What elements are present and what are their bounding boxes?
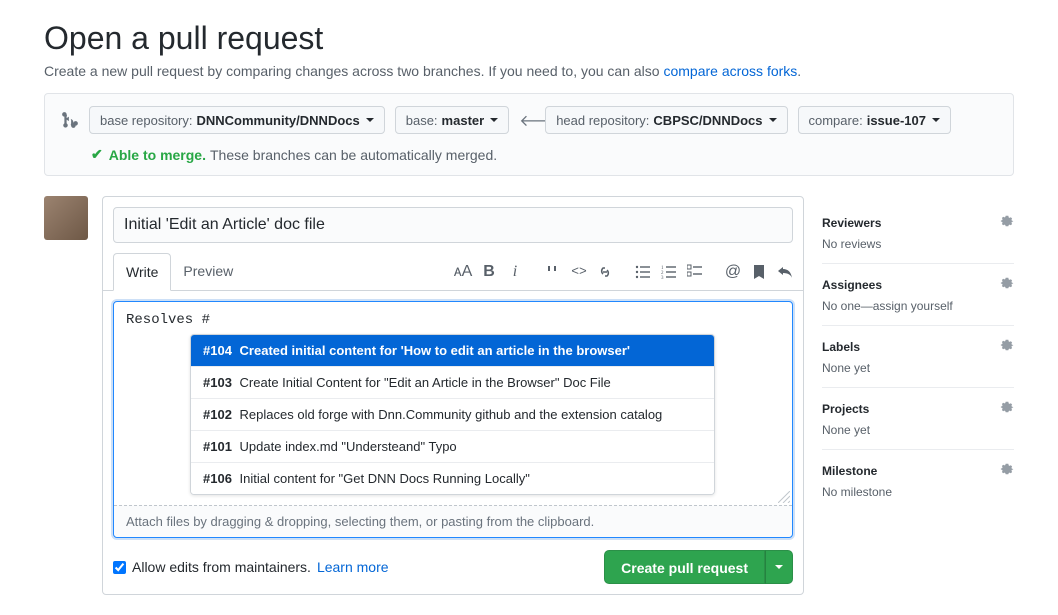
sidebar-assignees-title: Assignees — [822, 278, 882, 292]
subtitle-text: Create a new pull request by comparing c… — [44, 63, 663, 79]
head-repo-dropdown[interactable]: head repository: CBPSC/DNNDocs — [545, 106, 787, 134]
chevron-down-icon — [490, 118, 498, 122]
gear-icon[interactable] — [1000, 400, 1014, 417]
merge-msg-text: These branches can be automatically merg… — [210, 147, 497, 163]
compare-box: base repository: DNNCommunity/DNNDocs ba… — [44, 93, 1014, 176]
issue-suggest-list: #104 Created initial content for 'How to… — [190, 334, 715, 495]
assign-yourself-link[interactable]: assign yourself — [873, 299, 953, 313]
learn-more-link[interactable]: Learn more — [317, 559, 389, 575]
sidebar-reviewers-value: No reviews — [822, 237, 1014, 251]
sidebar-reviewers-title: Reviewers — [822, 216, 881, 230]
pr-title-input[interactable] — [113, 207, 793, 243]
issue-number: #101 — [203, 439, 232, 454]
bold-icon[interactable]: B — [481, 264, 497, 280]
chevron-down-icon — [775, 565, 783, 569]
gear-icon[interactable] — [1000, 214, 1014, 231]
allow-edits-text: Allow edits from maintainers. — [132, 559, 311, 575]
sidebar-projects-value: None yet — [822, 423, 1014, 437]
compare-across-forks-link[interactable]: compare across forks — [663, 63, 797, 79]
unordered-list-icon[interactable] — [635, 264, 651, 280]
issue-suggest-item[interactable]: #101 Update index.md "Understeand" Typo — [191, 430, 714, 462]
chevron-down-icon — [366, 118, 374, 122]
chevron-down-icon — [932, 118, 940, 122]
base-repo-dropdown[interactable]: base repository: DNNCommunity/DNNDocs — [89, 106, 385, 134]
merge-status: ✔ Able to merge. These branches can be a… — [91, 146, 997, 163]
sidebar-assignees-value: No one—assign yourself — [822, 299, 1014, 313]
tab-write[interactable]: Write — [113, 253, 171, 291]
reply-icon[interactable] — [777, 264, 793, 280]
ordered-list-icon[interactable]: 123 — [661, 264, 677, 280]
issue-number: #104 — [203, 343, 232, 358]
pr-body-editor[interactable]: Resolves # #104 Created initial content … — [113, 301, 793, 538]
heading-icon[interactable]: ᴀA — [455, 264, 471, 280]
link-icon[interactable] — [597, 264, 613, 280]
quote-icon[interactable] — [545, 264, 561, 280]
body-text: Resolves # — [126, 312, 780, 328]
svg-text:3: 3 — [661, 276, 664, 280]
issue-number: #103 — [203, 375, 232, 390]
issue-suggest-item[interactable]: #102 Replaces old forge with Dnn.Communi… — [191, 398, 714, 430]
sidebar: Reviewers No reviews Assignees No one—as… — [822, 196, 1014, 595]
compare-branch-dropdown[interactable]: compare: issue-107 — [798, 106, 951, 134]
comment-editor: Write Preview ᴀA B i <> 123 — [102, 196, 804, 595]
avatar[interactable] — [44, 196, 88, 240]
gear-icon[interactable] — [1000, 276, 1014, 293]
create-pull-request-dropdown[interactable] — [765, 550, 793, 584]
allow-edits-checkbox-label[interactable]: Allow edits from maintainers. Learn more — [113, 559, 389, 575]
attach-files-bar[interactable]: Attach files by dragging & dropping, sel… — [114, 505, 792, 537]
code-icon[interactable]: <> — [571, 264, 587, 280]
subtitle-text-post: . — [797, 63, 801, 79]
page-subtitle: Create a new pull request by comparing c… — [44, 63, 1014, 79]
sidebar-milestone-value: No milestone — [822, 485, 1014, 499]
sidebar-labels-title: Labels — [822, 340, 860, 354]
create-pull-request-button[interactable]: Create pull request — [604, 550, 765, 584]
task-list-icon[interactable] — [687, 264, 703, 280]
allow-edits-checkbox[interactable] — [113, 561, 126, 574]
issue-number: #106 — [203, 471, 232, 486]
issue-title: Replaces old forge with Dnn.Community gi… — [236, 407, 662, 422]
issue-suggest-item[interactable]: #104 Created initial content for 'How to… — [191, 335, 714, 366]
issue-number: #102 — [203, 407, 232, 422]
bookmark-icon[interactable] — [751, 264, 767, 280]
arrow-left-icon: 🡐 — [519, 110, 535, 131]
chevron-down-icon — [769, 118, 777, 122]
gear-icon[interactable] — [1000, 338, 1014, 355]
tab-preview[interactable]: Preview — [171, 253, 245, 291]
merge-able-text: Able to merge. — [109, 147, 206, 163]
sidebar-milestone-title: Milestone — [822, 464, 877, 478]
mention-icon[interactable]: @ — [725, 264, 741, 280]
italic-icon[interactable]: i — [507, 264, 523, 280]
sidebar-projects-title: Projects — [822, 402, 869, 416]
compare-icon — [61, 111, 79, 129]
editor-tabs: Write Preview ᴀA B i <> 123 — [103, 253, 803, 291]
check-icon: ✔ — [91, 146, 103, 163]
resize-handle-icon[interactable] — [778, 491, 790, 503]
sidebar-labels-value: None yet — [822, 361, 1014, 375]
issue-title: Update index.md "Understeand" Typo — [236, 439, 457, 454]
issue-title: Create Initial Content for "Edit an Arti… — [236, 375, 611, 390]
base-branch-dropdown[interactable]: base: master — [395, 106, 509, 134]
issue-suggest-item[interactable]: #106 Initial content for "Get DNN Docs R… — [191, 462, 714, 494]
issue-suggest-item[interactable]: #103 Create Initial Content for "Edit an… — [191, 366, 714, 398]
markdown-toolbar: ᴀA B i <> 123 @ — [455, 264, 793, 280]
issue-title: Initial content for "Get DNN Docs Runnin… — [236, 471, 530, 486]
page-title: Open a pull request — [44, 20, 1014, 57]
issue-title: Created initial content for 'How to edit… — [236, 343, 630, 358]
gear-icon[interactable] — [1000, 462, 1014, 479]
